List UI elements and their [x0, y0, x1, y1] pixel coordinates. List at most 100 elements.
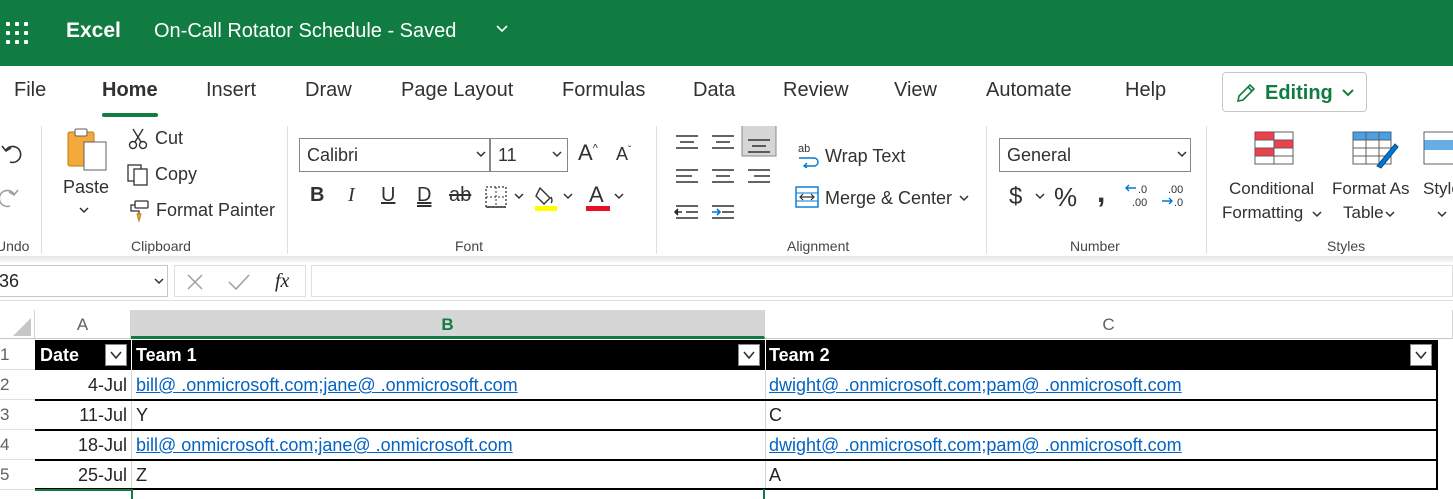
tab-home[interactable]: Home — [102, 79, 158, 117]
chevron-down-icon — [154, 278, 164, 285]
font-size-value: 11 — [498, 145, 517, 165]
chevron-down-icon — [1177, 151, 1187, 158]
team2-cell[interactable]: dwight@ .onmicrosoft.com;pam@ .onmicroso… — [765, 370, 1437, 400]
undo-icon[interactable] — [0, 140, 26, 166]
chevron-down-icon[interactable] — [1034, 192, 1046, 202]
formula-bar: 36 fx — [0, 262, 1453, 301]
chevron-down-icon — [79, 207, 89, 214]
filter-dropdown-button[interactable] — [105, 344, 127, 366]
chevron-down-icon[interactable] — [495, 22, 509, 36]
filter-dropdown-button[interactable] — [738, 344, 760, 366]
cancel-icon[interactable] — [185, 272, 205, 292]
team2-cell[interactable]: C — [765, 400, 1437, 430]
increase-font-size-icon[interactable]: A^ — [578, 140, 598, 166]
team1-cell[interactable]: bill@ onmicrosoft.com;jane@ .onmicrosoft… — [131, 430, 765, 460]
tab-formulas[interactable]: Formulas — [562, 79, 645, 102]
select-all-corner[interactable] — [0, 310, 35, 339]
merge-cells-icon — [795, 186, 819, 208]
chevron-down-icon — [476, 151, 486, 158]
date-cell[interactable]: 25-Jul — [35, 460, 131, 490]
check-icon[interactable] — [227, 272, 251, 292]
formula-controls: fx — [174, 265, 306, 297]
name-box[interactable]: 36 — [0, 265, 168, 297]
team1-cell[interactable]: Y — [131, 400, 765, 430]
app-name[interactable]: Excel — [66, 19, 121, 43]
conditional-formatting-icon — [1254, 131, 1294, 165]
conditional-formatting-label-1: Conditional — [1229, 179, 1315, 198]
ribbon-tabs: File Home Insert Draw Page Layout Formul… — [0, 66, 1453, 118]
date-cell[interactable]: 18-Jul — [35, 430, 131, 460]
row-header-5[interactable]: 5 — [0, 460, 35, 490]
redo-icon[interactable] — [0, 184, 26, 210]
tab-data[interactable]: Data — [693, 79, 735, 102]
comma-style-button[interactable]: , — [1097, 176, 1105, 210]
format-as-table-label-2: Table — [1343, 203, 1384, 222]
underline-button[interactable]: U — [381, 184, 395, 207]
column-selection-outline — [131, 489, 765, 499]
row-header-3[interactable]: 3 — [0, 400, 35, 430]
chevron-down-icon — [110, 351, 122, 360]
number-format-dropdown[interactable]: General — [999, 138, 1191, 172]
table-header-team1[interactable]: Team 1 — [131, 340, 765, 370]
chevron-down-icon — [1437, 211, 1447, 218]
fill-color-icon[interactable] — [534, 184, 578, 212]
font-color-icon[interactable]: A — [585, 182, 629, 212]
double-underline-button[interactable]: D — [417, 184, 431, 207]
tab-help[interactable]: Help — [1125, 79, 1166, 102]
font-group-label: Font — [455, 238, 484, 254]
decrease-decimal-icon[interactable]: .00 .0 — [1160, 182, 1190, 210]
paintbrush-icon — [130, 200, 149, 223]
row-header-1[interactable]: 1 — [0, 340, 35, 370]
font-family-dropdown[interactable]: Calibri — [299, 138, 490, 172]
decrease-font-size-icon[interactable]: Aˇ — [616, 144, 631, 165]
undo-group-label: Undo — [0, 238, 30, 254]
strikethrough-button[interactable]: ab — [449, 184, 471, 207]
currency-button[interactable]: $ — [1009, 183, 1022, 211]
svg-text:.0: .0 — [1174, 197, 1183, 209]
borders-icon[interactable] — [485, 185, 529, 209]
tab-review[interactable]: Review — [783, 79, 849, 102]
date-cell[interactable]: 11-Jul — [35, 400, 131, 430]
team1-cell[interactable]: Z — [131, 460, 765, 490]
formula-input[interactable] — [311, 265, 1453, 297]
team2-cell[interactable]: A — [765, 460, 1437, 490]
insert-function-button[interactable]: fx — [275, 270, 289, 293]
styles-group-label: Styles — [1327, 238, 1366, 254]
percent-button[interactable]: % — [1054, 182, 1077, 213]
team1-cell[interactable]: bill@ .onmicrosoft.com;jane@ .onmicrosof… — [131, 370, 765, 400]
column-header-b[interactable]: B — [131, 310, 765, 339]
italic-button[interactable]: I — [348, 184, 355, 207]
tab-automate[interactable]: Automate — [986, 79, 1072, 102]
title-bar: Excel On-Call Rotator Schedule - Saved — [0, 0, 1453, 66]
tab-page-layout[interactable]: Page Layout — [401, 79, 513, 102]
document-title[interactable]: On-Call Rotator Schedule - Saved — [154, 20, 456, 43]
app-launcher-icon[interactable] — [6, 22, 30, 46]
tab-draw[interactable]: Draw — [305, 79, 352, 102]
tab-insert[interactable]: Insert — [206, 79, 256, 102]
alignment-buttons[interactable] — [672, 126, 782, 236]
chevron-down-icon — [1415, 351, 1427, 360]
tab-file[interactable]: File — [14, 79, 46, 102]
row-header-2[interactable]: 2 — [0, 370, 35, 400]
tab-view[interactable]: View — [894, 79, 937, 102]
increase-decimal-icon[interactable]: .0 .00 — [1124, 182, 1154, 210]
row-header-4[interactable]: 4 — [0, 430, 35, 460]
bold-button[interactable]: B — [310, 184, 324, 207]
filter-dropdown-button[interactable] — [1410, 344, 1432, 366]
format-painter-label: Format Painter — [156, 200, 276, 220]
team2-cell[interactable]: dwight@ .onmicrosoft.com;pam@ .onmicroso… — [765, 430, 1437, 460]
alignment-group-label: Alignment — [787, 238, 850, 254]
wrap-text-icon: ab — [798, 143, 819, 168]
table-header-team2[interactable]: Team 2 — [765, 340, 1437, 370]
date-cell[interactable]: 4-Jul — [35, 370, 131, 400]
editing-mode-button[interactable]: Editing — [1222, 72, 1367, 112]
number-group-label: Number — [1070, 238, 1120, 254]
font-size-dropdown[interactable]: 11 — [490, 138, 568, 172]
column-header-a[interactable]: A — [35, 310, 131, 339]
table-header-date[interactable]: Date — [35, 340, 131, 370]
merge-center-label: Merge & Center — [825, 188, 953, 208]
svg-text:.00: .00 — [1132, 197, 1147, 209]
format-as-table-icon — [1352, 131, 1399, 169]
format-as-table-label-1: Format As — [1332, 179, 1410, 198]
column-header-c[interactable]: C — [765, 310, 1453, 339]
